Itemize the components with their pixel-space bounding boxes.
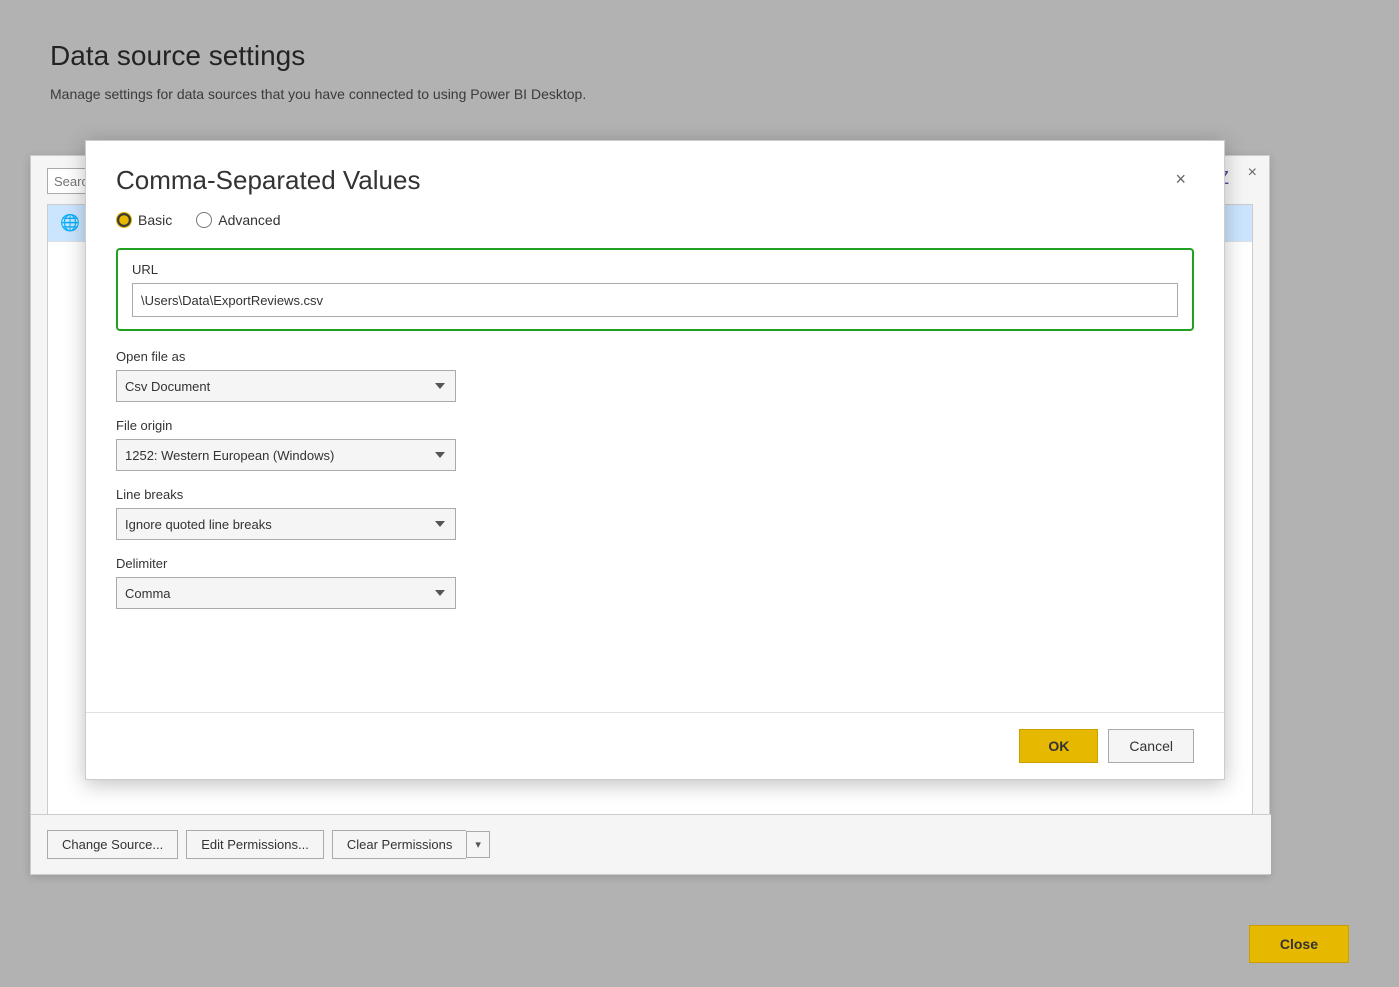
file-origin-label: File origin [116,418,1194,433]
radio-advanced-input[interactable] [196,212,212,228]
ok-button[interactable]: OK [1019,729,1098,763]
radio-basic-input[interactable] [116,212,132,228]
csv-modal-body: Basic Advanced URL Open file as Csv Docu… [86,212,1224,712]
csv-modal-close-button[interactable]: × [1167,165,1194,194]
line-breaks-field: Line breaks Ignore quoted line breaks Ap… [116,487,1194,540]
line-breaks-select[interactable]: Ignore quoted line breaks Apply all line… [116,508,456,540]
edit-permissions-button[interactable]: Edit Permissions... [186,830,324,859]
globe-icon: 🌐 [60,213,80,233]
file-origin-field: File origin 1252: Western European (Wind… [116,418,1194,471]
open-file-field: Open file as Csv Document Text Document [116,349,1194,402]
csv-modal-header: Comma-Separated Values × [86,141,1224,212]
delimiter-label: Delimiter [116,556,1194,571]
file-origin-select[interactable]: 1252: Western European (Windows) 65001: … [116,439,456,471]
url-section: URL [116,248,1194,331]
line-breaks-label: Line breaks [116,487,1194,502]
ds-window-close-button[interactable]: × [1248,164,1257,182]
url-input[interactable] [132,283,1178,317]
url-label: URL [132,262,1178,277]
csv-modal: Comma-Separated Values × Basic Advanced … [85,140,1225,780]
radio-advanced-option[interactable]: Advanced [196,212,280,228]
csv-modal-footer: OK Cancel [86,712,1224,779]
radio-advanced-label: Advanced [218,212,280,228]
ds-action-bar: Change Source... Edit Permissions... Cle… [31,814,1271,874]
clear-permissions-arrow-button[interactable]: ▾ [466,831,490,858]
open-file-label: Open file as [116,349,1194,364]
csv-modal-title: Comma-Separated Values [116,165,420,196]
delimiter-select[interactable]: Comma Tab Semicolon Space Custom [116,577,456,609]
change-source-button[interactable]: Change Source... [47,830,178,859]
cancel-button[interactable]: Cancel [1108,729,1194,763]
clear-permissions-button[interactable]: Clear Permissions [332,830,466,859]
radio-basic-label: Basic [138,212,172,228]
delimiter-field: Delimiter Comma Tab Semicolon Space Cust… [116,556,1194,609]
clear-permissions-dropdown: Clear Permissions ▾ [332,830,490,859]
open-file-select[interactable]: Csv Document Text Document [116,370,456,402]
radio-basic-option[interactable]: Basic [116,212,172,228]
close-button[interactable]: Close [1249,925,1349,963]
radio-row: Basic Advanced [116,212,1194,228]
